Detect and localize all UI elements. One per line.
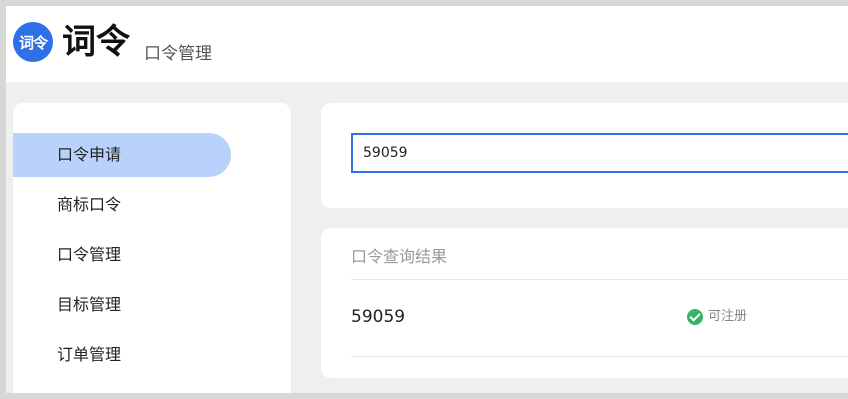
status-badge: 可注册 [687, 307, 747, 327]
brand-title: 词令 [62, 22, 130, 62]
logo-icon: 词令 [13, 22, 53, 62]
sidebar-item-targets[interactable]: 目标管理 [13, 283, 231, 327]
result-value: 59059 [351, 307, 406, 327]
sidebar-item-label: 目标管理 [57, 295, 122, 314]
app-frame: 词令 词令 口令管理 口令申请 商标口令 口令管理 目标管理 订单管理 口令查询… [6, 6, 848, 393]
divider [351, 356, 848, 357]
check-circle-icon [687, 309, 703, 325]
results-card: 口令查询结果 59059 可注册 [321, 228, 848, 378]
sidebar: 口令申请 商标口令 口令管理 目标管理 订单管理 [13, 103, 291, 393]
sidebar-item-manage[interactable]: 口令管理 [13, 233, 231, 277]
sidebar-item-label: 口令申请 [57, 145, 122, 164]
logo-text: 词令 [18, 33, 48, 52]
search-card [321, 103, 848, 208]
top-bar: 词令 词令 口令管理 [6, 6, 848, 82]
results-heading: 口令查询结果 [351, 247, 448, 266]
sidebar-item-trademark[interactable]: 商标口令 [13, 183, 231, 227]
sidebar-item-label: 订单管理 [57, 345, 122, 364]
status-text: 可注册 [708, 309, 748, 324]
divider [351, 279, 848, 280]
search-input[interactable] [363, 145, 848, 161]
search-field[interactable] [351, 133, 848, 173]
sidebar-item-label: 商标口令 [57, 195, 122, 214]
sidebar-item-orders[interactable]: 订单管理 [13, 333, 231, 377]
page-subtitle: 口令管理 [144, 44, 212, 64]
sidebar-item-label: 口令管理 [57, 245, 122, 264]
sidebar-item-apply[interactable]: 口令申请 [13, 133, 231, 177]
